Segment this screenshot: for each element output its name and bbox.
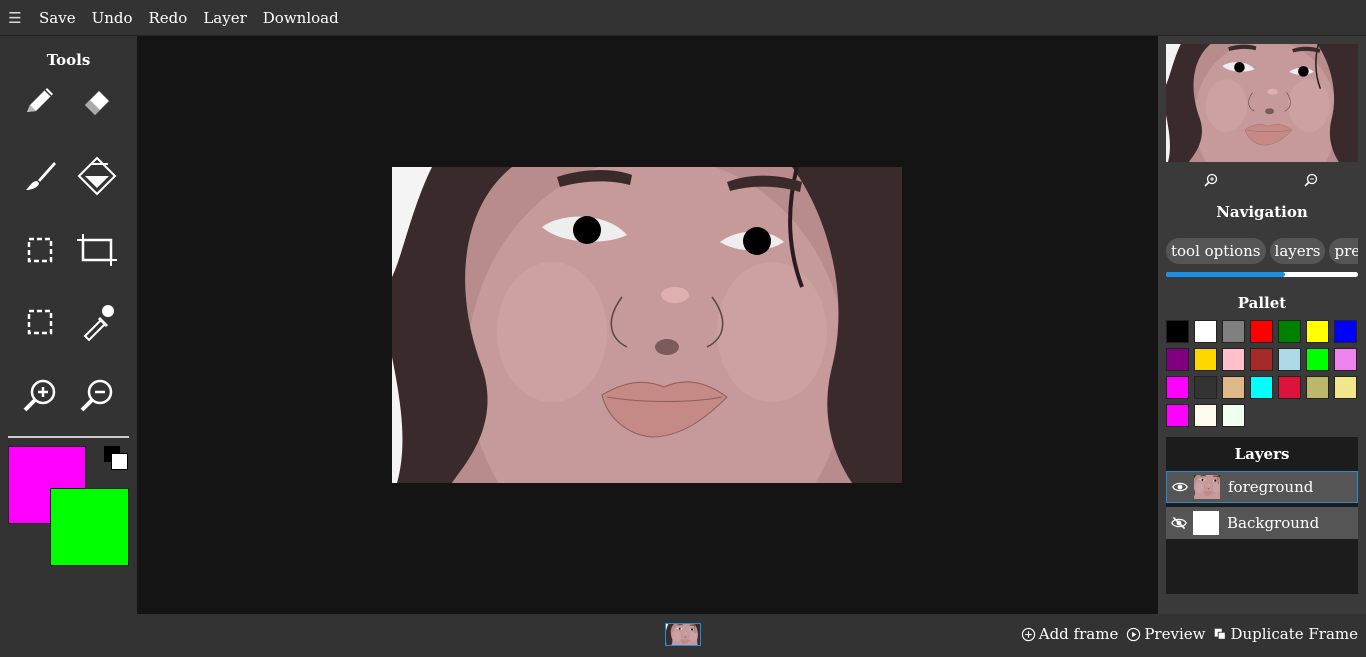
tabs-scrollbar[interactable] [1166, 272, 1358, 277]
palette-swatch[interactable] [1222, 320, 1245, 343]
canvas-workspace [137, 36, 1158, 614]
palette-swatch[interactable] [1194, 376, 1217, 399]
swap-colors-icon[interactable] [104, 446, 129, 471]
pencil-icon[interactable] [18, 79, 62, 123]
add-frame-label: Add frame [1038, 625, 1119, 643]
save-button[interactable]: Save [39, 9, 76, 27]
layer-background[interactable]: Background [1166, 507, 1358, 539]
palette-swatch[interactable] [1250, 320, 1273, 343]
frame-thumbnail[interactable] [665, 623, 701, 646]
palette-swatch[interactable] [1306, 376, 1329, 399]
eye-slash-icon[interactable] [1167, 511, 1191, 535]
redo-button[interactable]: Redo [149, 9, 188, 27]
palette-swatch[interactable] [1166, 404, 1189, 427]
layers-title: Layers [1234, 445, 1290, 463]
duplicate-frame-label: Duplicate Frame [1230, 625, 1358, 643]
preview-zoom-in-icon[interactable] [1203, 172, 1219, 188]
brush-icon[interactable] [18, 154, 62, 198]
palette-swatch[interactable] [1250, 348, 1273, 371]
add-frame-button[interactable]: Add frame [1021, 625, 1119, 643]
zoom-in-icon[interactable] [18, 374, 62, 418]
layer-thumbnail [1194, 475, 1220, 499]
eyedropper-icon[interactable] [75, 300, 119, 344]
palette-swatch[interactable] [1194, 404, 1217, 427]
palette-swatch[interactable] [1334, 376, 1357, 399]
duplicate-frame-button[interactable]: Duplicate Frame [1213, 625, 1358, 643]
crop-icon[interactable] [75, 228, 119, 272]
hamburger-icon[interactable]: ☰ [0, 9, 30, 27]
duplicate-icon [1215, 628, 1227, 640]
play-circle-icon [1127, 627, 1141, 641]
layer-thumbnail [1193, 511, 1219, 535]
palette-swatch[interactable] [1306, 348, 1329, 371]
scrollbar-thumb[interactable] [1166, 272, 1285, 277]
palette-swatch[interactable] [1194, 320, 1217, 343]
palette-swatch[interactable] [1222, 404, 1245, 427]
palette-swatch[interactable] [1194, 348, 1217, 371]
tab-tool-options[interactable]: tool options [1166, 238, 1266, 264]
side-panel: Navigation tool optionslayerspreview Pal… [1158, 36, 1366, 614]
layer-name: Background [1227, 514, 1320, 532]
palette-swatch[interactable] [1278, 320, 1301, 343]
navigation-title: Navigation [1216, 203, 1308, 221]
layer-menu[interactable]: Layer [203, 9, 246, 27]
layers-panel: Layers foreground Background [1166, 437, 1358, 594]
layer-name: foreground [1228, 478, 1314, 496]
palette-swatch[interactable] [1334, 320, 1357, 343]
preview-label: Preview [1144, 625, 1206, 643]
palette-swatch[interactable] [1250, 376, 1273, 399]
preview-button[interactable]: Preview [1126, 625, 1205, 643]
tools-panel: Tools [0, 36, 137, 614]
top-menu-bar: ☰ Save Undo Redo Layer Download [0, 0, 1366, 36]
palette-swatch[interactable] [1278, 376, 1301, 399]
free-select-icon[interactable] [18, 300, 62, 344]
palette-swatch[interactable] [1222, 376, 1245, 399]
tools-title: Tools [46, 51, 91, 69]
tab-preview[interactable]: preview [1329, 238, 1358, 264]
palette-swatch[interactable] [1334, 348, 1357, 371]
preview-zoom-out-icon[interactable] [1303, 172, 1319, 188]
layer-foreground[interactable]: foreground [1166, 471, 1358, 503]
palette-swatch[interactable] [1166, 376, 1189, 399]
eraser-icon[interactable] [75, 79, 119, 123]
palette-swatch[interactable] [1278, 348, 1301, 371]
undo-button[interactable]: Undo [92, 9, 133, 27]
zoom-out-icon[interactable] [75, 374, 119, 418]
fill-bucket-icon[interactable] [75, 154, 119, 198]
rect-select-icon[interactable] [18, 228, 62, 272]
download-button[interactable]: Download [263, 9, 339, 27]
navigation-preview[interactable] [1166, 44, 1358, 162]
palette-swatch[interactable] [1222, 348, 1245, 371]
palette-swatch[interactable] [1166, 320, 1189, 343]
palette-swatch[interactable] [1166, 348, 1189, 371]
tab-layers[interactable]: layers [1269, 238, 1326, 264]
secondary-color-swatch[interactable] [50, 488, 129, 566]
eye-icon[interactable] [1168, 475, 1192, 499]
plus-circle-icon [1021, 627, 1035, 641]
bottom-bar: Add frame Preview Duplicate Frame [0, 614, 1366, 657]
panel-tabs: tool optionslayerspreview [1166, 238, 1358, 264]
tools-divider [8, 436, 129, 438]
pallet-title: Pallet [1237, 294, 1287, 312]
palette-swatch[interactable] [1306, 320, 1329, 343]
drawing-canvas[interactable] [392, 167, 902, 483]
